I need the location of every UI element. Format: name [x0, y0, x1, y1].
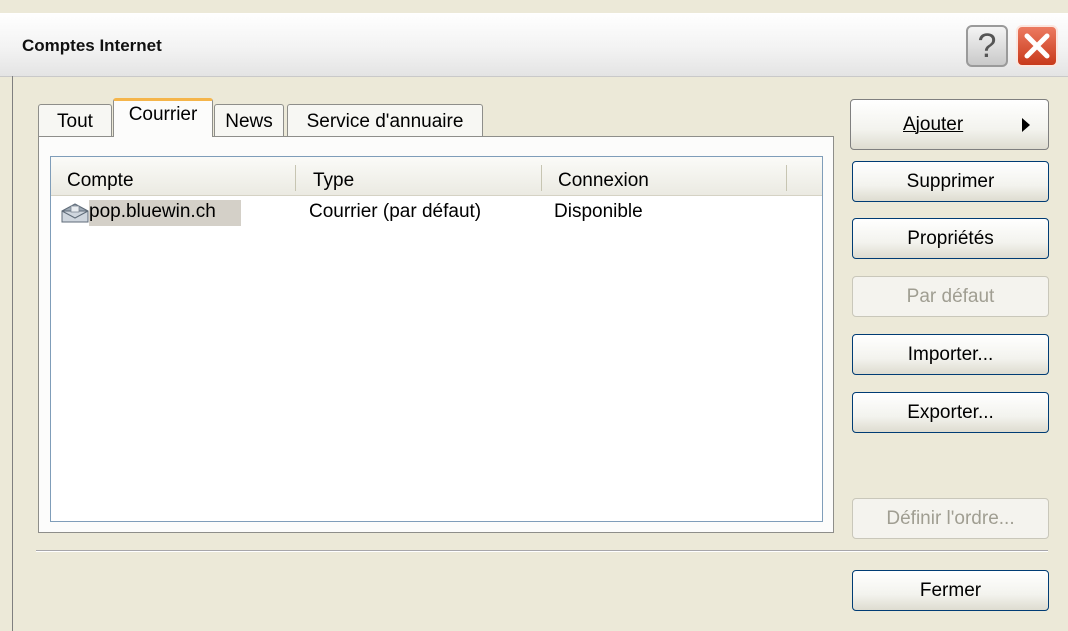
- add-button-label: Ajouter: [903, 114, 964, 135]
- list-header: Compte Type Connexion: [51, 157, 822, 196]
- tab-label: Courrier: [128, 104, 198, 125]
- column-divider[interactable]: [295, 165, 296, 191]
- tab-news[interactable]: News: [214, 104, 284, 137]
- properties-button[interactable]: Propriétés: [852, 218, 1049, 259]
- set-default-button[interactable]: Par défaut: [852, 276, 1049, 317]
- close-dialog-button-label: Fermer: [919, 580, 982, 601]
- tab-service-annuaire[interactable]: Service d'annuaire: [287, 104, 483, 137]
- close-icon: [1024, 33, 1050, 59]
- close-button[interactable]: [1016, 25, 1058, 67]
- column-header-compte[interactable]: Compte: [67, 170, 134, 192]
- divider: [36, 550, 1048, 552]
- add-button[interactable]: Ajouter: [850, 99, 1049, 150]
- tab-tout[interactable]: Tout: [38, 104, 112, 137]
- tab-panel: Compte Type Connexion pop.bluewin.ch Cou…: [38, 136, 834, 533]
- window-title: Comptes Internet: [22, 36, 162, 55]
- help-button[interactable]: ?: [966, 25, 1008, 67]
- accounts-list[interactable]: Compte Type Connexion pop.bluewin.ch Cou…: [50, 156, 823, 522]
- cell-connexion: Disponible: [554, 201, 643, 222]
- list-item[interactable]: pop.bluewin.ch Courrier (par défaut) Dis…: [51, 197, 822, 227]
- import-button[interactable]: Importer...: [852, 334, 1049, 375]
- submenu-arrow-icon: [1022, 118, 1030, 132]
- tab-courrier[interactable]: Courrier: [113, 98, 213, 137]
- import-button-label: Importer...: [907, 344, 994, 365]
- help-icon: ?: [977, 27, 997, 65]
- column-header-type[interactable]: Type: [313, 170, 354, 192]
- set-order-button-label: Définir l'ordre...: [886, 508, 1015, 529]
- close-dialog-button[interactable]: Fermer: [852, 570, 1049, 611]
- tab-label: News: [225, 111, 273, 132]
- column-divider[interactable]: [541, 165, 542, 191]
- delete-button-label: Supprimer: [906, 171, 995, 192]
- export-button-label: Exporter...: [907, 402, 994, 423]
- tab-label: Service d'annuaire: [306, 111, 464, 132]
- mail-account-icon: [61, 203, 89, 223]
- export-button[interactable]: Exporter...: [852, 392, 1049, 433]
- delete-button[interactable]: Supprimer: [852, 161, 1049, 202]
- title-bar: Comptes Internet ?: [0, 13, 1068, 77]
- set-order-button[interactable]: Définir l'ordre...: [852, 498, 1049, 539]
- column-header-connexion[interactable]: Connexion: [558, 170, 649, 192]
- cell-compte: pop.bluewin.ch: [89, 201, 216, 222]
- column-divider[interactable]: [786, 165, 787, 191]
- tab-label: Tout: [57, 111, 93, 132]
- dialog-window: Comptes Internet ? Tout Courrier News Se…: [0, 0, 1068, 631]
- properties-button-label: Propriétés: [907, 228, 994, 249]
- cell-type: Courrier (par défaut): [309, 201, 482, 222]
- set-default-button-label: Par défaut: [906, 286, 995, 307]
- window-frame-left: [12, 76, 13, 631]
